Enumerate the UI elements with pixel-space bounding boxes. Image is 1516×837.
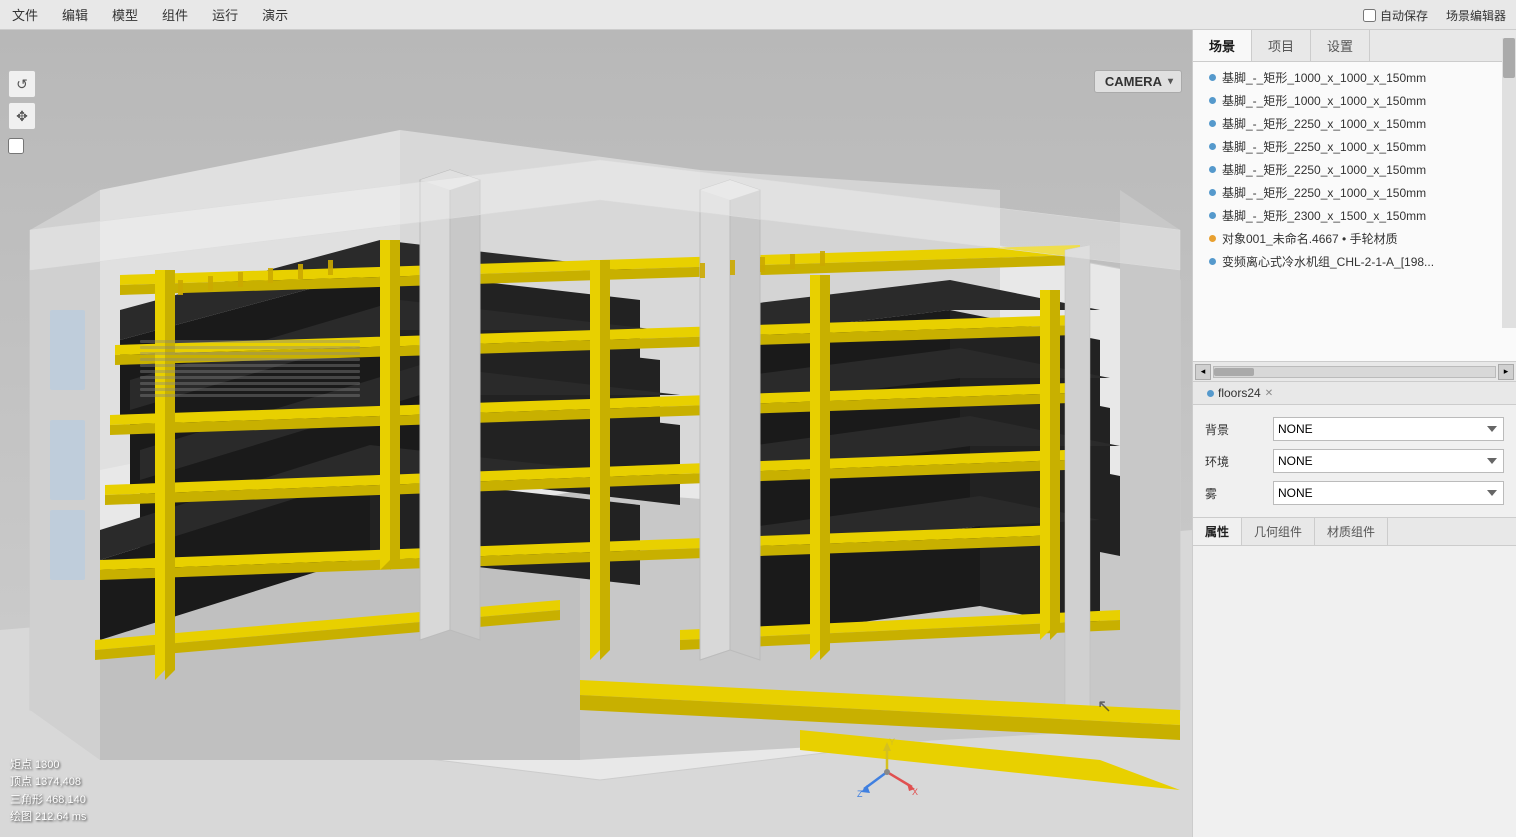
bottom-tab-几何组件[interactable]: 几何组件: [1242, 518, 1315, 545]
left-toolbar: ↺ ✥: [8, 70, 36, 154]
tree-dot: [1209, 74, 1216, 81]
right-panel-tabs: 场景项目设置: [1193, 30, 1516, 62]
auto-save-text: 自动保存: [1380, 7, 1428, 24]
stat-vertices2: 顶点 1374,408: [10, 774, 86, 792]
tree-item-label: 基脚_-_矩形_2250_x_1000_x_150mm: [1222, 184, 1426, 201]
tree-dot: [1209, 120, 1216, 127]
property-row-背景: 背景 NONE: [1193, 413, 1516, 445]
move-button[interactable]: ✥: [8, 102, 36, 130]
floors-tab-dot: [1207, 390, 1214, 397]
scene-3d-canvas: [0, 30, 1192, 837]
h-scrollbar-track[interactable]: [1213, 366, 1496, 378]
properties-section: 背景 NONE 环境 NONE 雾 NONE: [1193, 405, 1516, 517]
move-icon: ✥: [16, 108, 28, 125]
tree-item[interactable]: 基脚_-_矩形_1000_x_1000_x_150mm: [1193, 66, 1516, 89]
scroll-left-button[interactable]: ◂: [1195, 364, 1211, 380]
tree-item[interactable]: 对象001_未命名.4667 • 手轮材质: [1193, 227, 1516, 250]
rotate-button[interactable]: ↺: [8, 70, 36, 98]
property-select-雾[interactable]: NONE: [1273, 481, 1504, 505]
right-panel: 场景项目设置 基脚_-_矩形_1000_x_1000_x_150mm基脚_-_矩…: [1192, 30, 1516, 837]
camera-arrow-icon: ▾: [1168, 76, 1173, 87]
tree-item-label: 基脚_-_矩形_2250_x_1000_x_150mm: [1222, 138, 1426, 155]
auto-save-label: 自动保存: [1363, 7, 1428, 24]
right-tab-场景[interactable]: 场景: [1193, 30, 1252, 61]
svg-text:X: X: [912, 787, 918, 797]
right-panel-scrollbar[interactable]: [1502, 38, 1516, 328]
menu-bar: 文件编辑模型组件运行演示: [0, 0, 1516, 30]
tree-item-label: 基脚_-_矩形_2250_x_1000_x_150mm: [1222, 161, 1426, 178]
tree-item[interactable]: 变频离心式冷水机组_CHL-2-1-A_[198...: [1193, 250, 1516, 273]
menu-item-模型[interactable]: 模型: [100, 1, 150, 28]
property-label: 背景: [1205, 421, 1265, 438]
tree-item[interactable]: 基脚_-_矩形_2250_x_1000_x_150mm: [1193, 158, 1516, 181]
bottom-tabs: 属性几何组件材质组件: [1193, 517, 1516, 546]
tree-item[interactable]: 基脚_-_矩形_2250_x_1000_x_150mm: [1193, 181, 1516, 204]
menu-item-组件[interactable]: 组件: [150, 1, 200, 28]
scroll-right-button[interactable]: ▸: [1498, 364, 1514, 380]
property-select-环境[interactable]: NONE: [1273, 449, 1504, 473]
svg-text:Y: Y: [889, 737, 895, 747]
axes-gizmo: Y X Z: [852, 737, 922, 807]
tree-dot: [1209, 189, 1216, 196]
bottom-tab-材质组件[interactable]: 材质组件: [1315, 518, 1388, 545]
tree-dot: [1209, 166, 1216, 173]
menu-item-编辑[interactable]: 编辑: [50, 1, 100, 28]
tree-item-label: 基脚_-_矩形_1000_x_1000_x_150mm: [1222, 92, 1426, 109]
tree-item-label: 基脚_-_矩形_2250_x_1000_x_150mm: [1222, 115, 1426, 132]
stat-vertices: 矩点 1300: [10, 757, 86, 775]
top-right-controls: 自动保存 场景编辑器: [1363, 0, 1516, 30]
tree-item-label: 基脚_-_矩形_1000_x_1000_x_150mm: [1222, 69, 1426, 86]
camera-button[interactable]: CAMERA ▾: [1094, 70, 1182, 93]
tree-dot: [1209, 143, 1216, 150]
tree-item-label: 对象001_未命名.4667 • 手轮材质: [1222, 230, 1398, 247]
svg-text:Z: Z: [857, 789, 863, 799]
floors-tab-close[interactable]: ✕: [1265, 388, 1273, 399]
tree-item[interactable]: 基脚_-_矩形_1000_x_1000_x_150mm: [1193, 89, 1516, 112]
right-tab-设置[interactable]: 设置: [1311, 30, 1370, 61]
bottom-tab-属性[interactable]: 属性: [1193, 518, 1242, 545]
floors-tab-bar: floors24 ✕: [1193, 382, 1516, 405]
stat-time: 绘图 212.64 ms: [10, 809, 86, 827]
viewport-stats: 矩点 1300 顶点 1374,408 三角形 468,140 绘图 212.6…: [10, 757, 86, 827]
scene-tree[interactable]: 基脚_-_矩形_1000_x_1000_x_150mm 基脚_-_矩形_1000_…: [1193, 62, 1516, 362]
menu-item-文件[interactable]: 文件: [0, 1, 50, 28]
property-row-环境: 环境 NONE: [1193, 445, 1516, 477]
tree-dot: [1209, 258, 1216, 265]
tree-dot: [1209, 212, 1216, 219]
auto-save-checkbox[interactable]: [1363, 9, 1376, 22]
property-label: 雾: [1205, 485, 1265, 502]
tree-item-label: 基脚_-_矩形_2300_x_1500_x_150mm: [1222, 207, 1426, 224]
floors-tab-item[interactable]: floors24 ✕: [1201, 384, 1279, 402]
h-scrollbar-thumb[interactable]: [1214, 368, 1254, 376]
rotate-icon: ↺: [16, 76, 28, 93]
menu-item-运行[interactable]: 运行: [200, 1, 250, 28]
viewport-checkbox[interactable]: [8, 138, 24, 154]
stat-triangles: 三角形 468,140: [10, 792, 86, 810]
property-label: 环境: [1205, 453, 1265, 470]
scene-editor-button[interactable]: 场景编辑器: [1440, 5, 1512, 26]
tree-item[interactable]: 基脚_-_矩形_2300_x_1500_x_150mm: [1193, 204, 1516, 227]
tree-item[interactable]: 基脚_-_矩形_2250_x_1000_x_150mm: [1193, 135, 1516, 158]
tree-item-label: 变频离心式冷水机组_CHL-2-1-A_[198...: [1222, 253, 1434, 270]
property-select-背景[interactable]: NONE: [1273, 417, 1504, 441]
right-scroll-thumb[interactable]: [1503, 38, 1515, 78]
property-row-雾: 雾 NONE: [1193, 477, 1516, 509]
tree-scrollbar: ◂ ▸: [1193, 362, 1516, 382]
floors-tab-label: floors24: [1218, 386, 1261, 400]
tree-dot: [1209, 235, 1216, 242]
camera-wrapper: CAMERA ▾: [1094, 70, 1182, 93]
tree-item[interactable]: 基脚_-_矩形_2250_x_1000_x_150mm: [1193, 112, 1516, 135]
tree-dot: [1209, 97, 1216, 104]
viewport[interactable]: CAMERA ▾ ↺ ✥ 矩点 1300 顶点 1374,408 三角形 468…: [0, 30, 1192, 837]
menu-item-演示[interactable]: 演示: [250, 1, 300, 28]
camera-label: CAMERA: [1105, 74, 1162, 89]
right-tab-项目[interactable]: 项目: [1252, 30, 1311, 61]
